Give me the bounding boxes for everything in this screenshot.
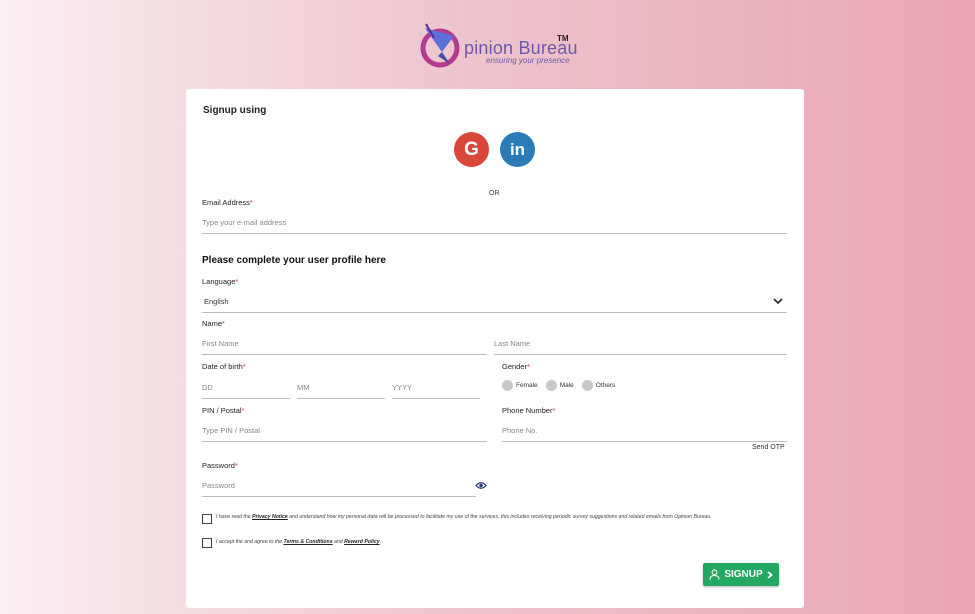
gender-others-radio[interactable]: Others (581, 380, 615, 391)
privacy-consent-text: I have read the Privacy Notice and under… (216, 514, 712, 520)
terms-consent-text: I accept the and agree to the Terms & Co… (216, 539, 382, 545)
reward-policy-link[interactable]: Reward Policy (344, 539, 379, 545)
signup-button-label: SIGNUP (724, 569, 763, 580)
chevron-right-icon (767, 570, 773, 579)
gender-female-radio[interactable]: Female (502, 380, 538, 391)
dob-day-input[interactable]: DD (202, 379, 290, 399)
google-g-icon: G (464, 138, 479, 160)
language-label: Language* (202, 277, 239, 286)
brand-tagline: ensuring your presence (486, 56, 570, 65)
signup-button[interactable]: SIGNUP (703, 563, 779, 586)
first-name-input[interactable]: First Name (202, 335, 487, 355)
email-label: Email Address* (202, 198, 253, 207)
eye-icon[interactable] (475, 481, 487, 490)
password-input[interactable]: Password (202, 477, 476, 497)
terms-link[interactable]: Terms & Conditions (284, 539, 333, 545)
gender-male-radio[interactable]: Male (545, 380, 574, 391)
user-icon (709, 569, 720, 580)
language-value: English (204, 297, 229, 306)
gender-label: Gender* (502, 362, 530, 371)
chevron-down-icon (773, 298, 783, 305)
name-label: Name* (202, 319, 225, 328)
radio-circle-icon (502, 380, 513, 391)
dob-label: Date of birth* (202, 362, 246, 371)
email-field[interactable]: Type your e-mail address (202, 214, 787, 234)
signup-card: Signup using G in OR Email Address* Type… (186, 89, 804, 608)
radio-circle-icon (581, 380, 593, 391)
opinion-bureau-logo-icon (420, 23, 460, 68)
language-select[interactable]: English (202, 293, 787, 313)
or-divider: OR (489, 190, 500, 197)
last-name-input[interactable]: Last Name (494, 335, 787, 355)
brand-logo: pinion Bureau TM ensuring your presence (420, 22, 580, 74)
phone-label: Phone Number* (502, 406, 556, 415)
send-otp-link[interactable]: Send OTP (752, 444, 785, 451)
terms-consent-checkbox[interactable] (202, 538, 212, 548)
password-label: Password* (202, 461, 238, 470)
phone-input[interactable]: Phone No. (502, 422, 787, 442)
radio-circle-icon (545, 380, 557, 391)
dob-month-input[interactable]: MM (297, 379, 385, 399)
linkedin-in-icon: in (509, 139, 526, 159)
pin-label: PIN / Postal* (202, 406, 245, 415)
privacy-consent-checkbox[interactable] (202, 514, 212, 524)
profile-heading: Please complete your user profile here (202, 255, 386, 266)
trademark-mark: TM (557, 34, 569, 43)
linkedin-signup-button[interactable]: in (500, 132, 535, 167)
signup-title: Signup using (203, 105, 267, 116)
google-signup-button[interactable]: G (454, 132, 489, 167)
pin-input[interactable]: Type PIN / Postal (202, 422, 487, 442)
privacy-notice-link[interactable]: Privacy Notice (252, 514, 288, 520)
gender-options: Female Male Others (502, 380, 623, 391)
dob-year-input[interactable]: YYYY (392, 379, 480, 399)
